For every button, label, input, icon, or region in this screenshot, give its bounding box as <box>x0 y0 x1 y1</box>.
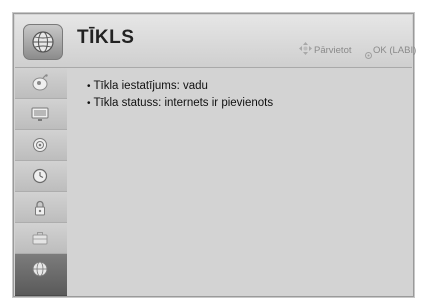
sidebar-item-network[interactable] <box>15 254 67 296</box>
page-title: TĪKLS <box>77 27 135 48</box>
tv-screen-icon <box>31 107 49 121</box>
clock-icon <box>32 168 48 184</box>
network-status-item: • Tīkla statuss: internets ir pievienots <box>87 95 273 112</box>
hint-move-label: Pārvietot <box>314 45 352 56</box>
network-setting-text: Tīkla iestatījums: vadu <box>93 80 208 92</box>
bullet: • <box>87 81 91 92</box>
network-globe-icon <box>23 24 63 60</box>
network-menu-panel: TĪKLS Pārvietot OK (LABI) • Tīkla iestat… <box>13 13 416 297</box>
bullet: • <box>87 98 91 109</box>
sidebar-item-picture[interactable] <box>15 68 67 99</box>
sidebar-item-lock[interactable] <box>15 192 67 223</box>
sidebar-item-audio[interactable] <box>15 130 67 161</box>
audio-speaker-icon <box>33 138 47 152</box>
menu-header: TĪKLS Pārvietot OK (LABI) <box>15 15 416 68</box>
network-globe-icon <box>32 261 48 277</box>
sidebar-item-time[interactable] <box>15 161 67 192</box>
hint-ok-label: OK (LABI) <box>373 45 417 56</box>
network-status-text: Tīkla statuss: internets ir pievienots <box>93 97 274 109</box>
tv-menu-screen: TĪKLS Pārvietot OK (LABI) • Tīkla iestat… <box>0 0 422 308</box>
sidebar-item-screen[interactable] <box>15 99 67 130</box>
lock-icon <box>35 200 45 216</box>
network-setting-item: • Tīkla iestatījums: vadu <box>87 78 273 95</box>
network-info-list: • Tīkla iestatījums: vadu • Tīkla statuss:… <box>87 78 273 112</box>
sidebar-item-option[interactable] <box>15 223 67 254</box>
ok-circle-icon <box>365 46 372 64</box>
picture-satellite-icon <box>32 74 48 91</box>
four-way-arrows-icon <box>299 42 312 60</box>
sidebar-menu <box>15 68 67 296</box>
briefcase-icon <box>32 232 48 245</box>
network-info-panel: • Tīkla iestatījums: vadu • Tīkla statuss:… <box>70 68 412 296</box>
